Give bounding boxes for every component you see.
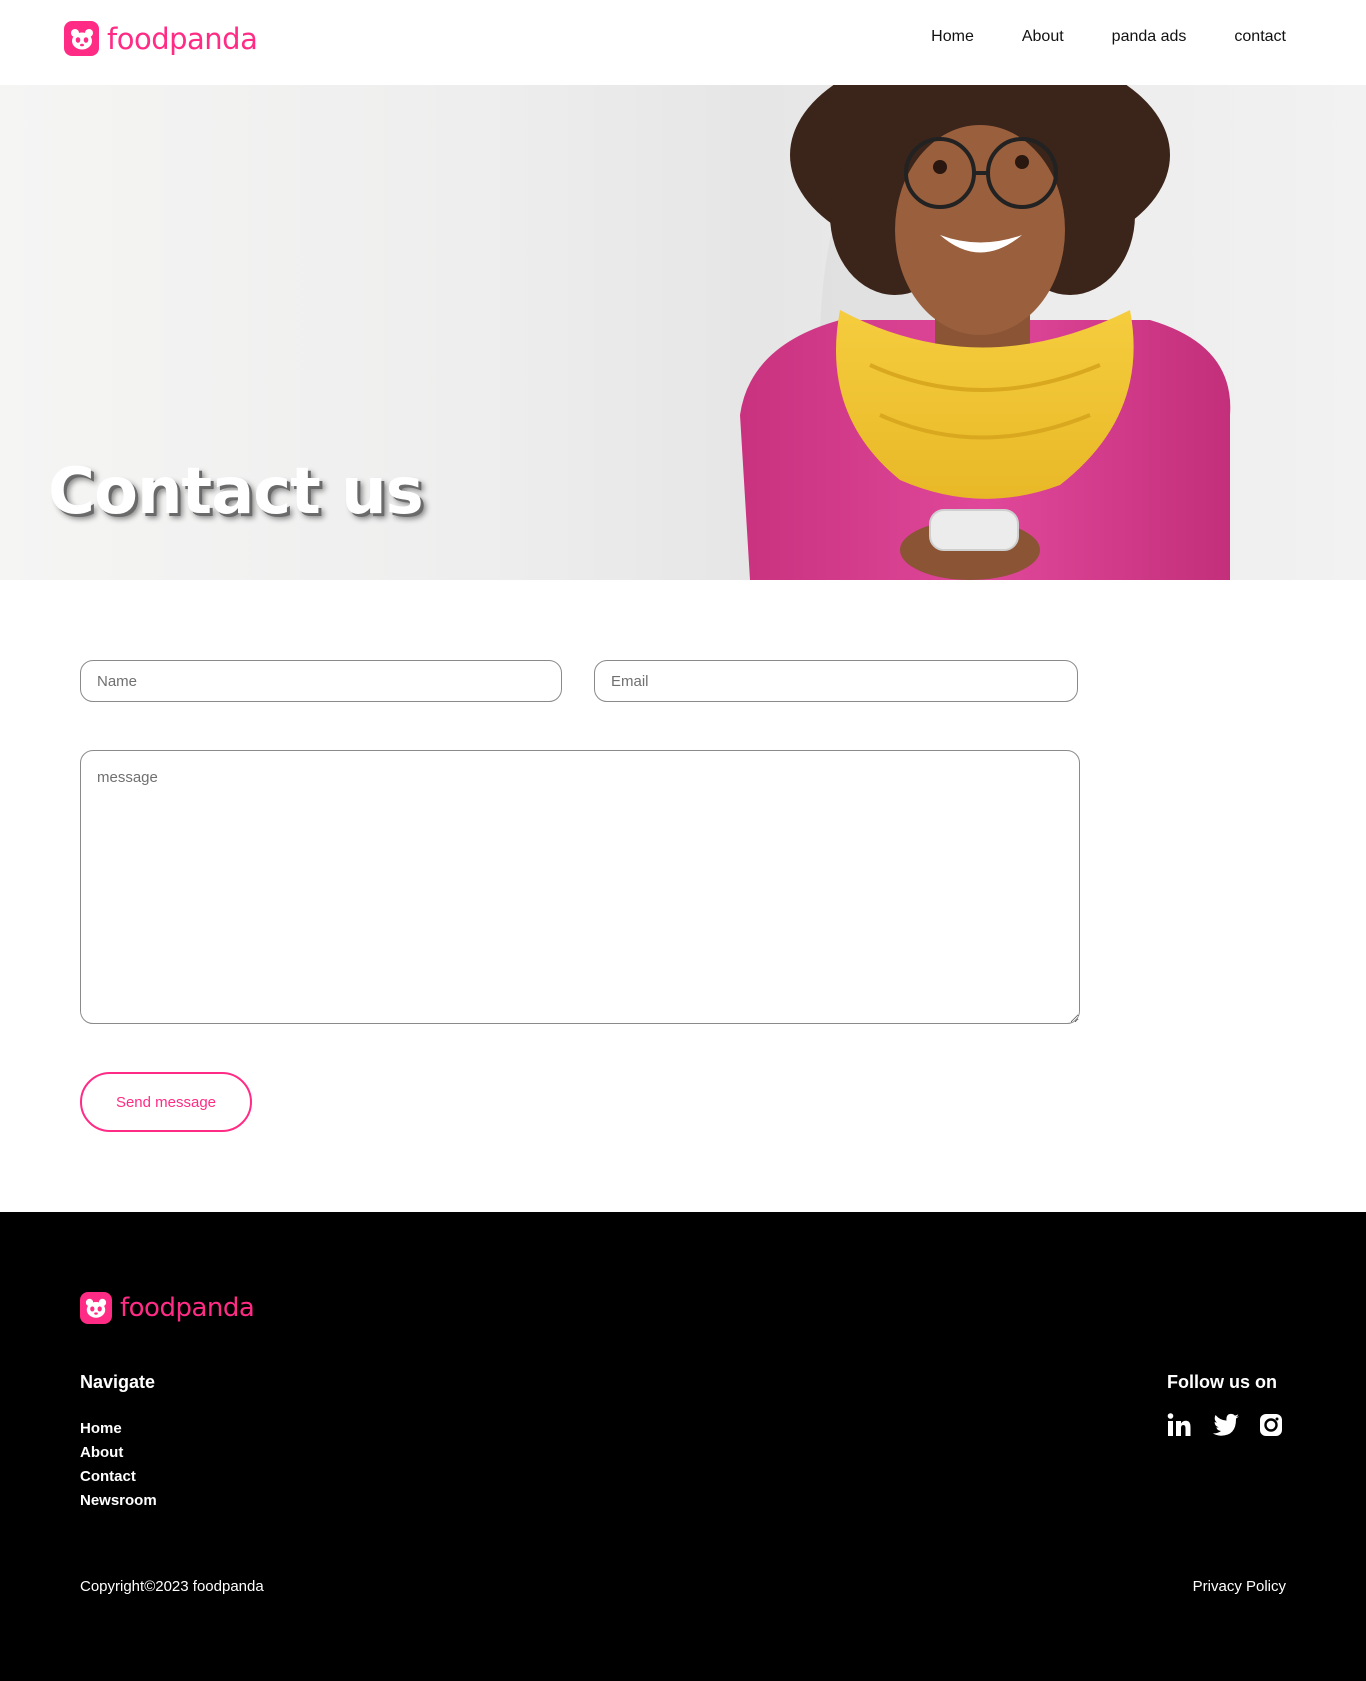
list-item: Home — [80, 1417, 157, 1441]
navigate-heading: Navigate — [80, 1372, 156, 1392]
main-nav: Home About panda ads contact — [931, 24, 1286, 50]
privacy-policy-link[interactable]: Privacy Policy — [1193, 1578, 1286, 1595]
footer-logo[interactable]: foodpanda — [80, 1292, 255, 1324]
nav-item-panda-ads[interactable]: panda ads — [1112, 24, 1187, 50]
nav-item-home[interactable]: Home — [931, 24, 974, 50]
linkedin-icon[interactable] — [1166, 1412, 1192, 1438]
copyright-text: Copyright©2023 foodpanda — [80, 1578, 264, 1595]
page-title: Contact us — [48, 455, 424, 529]
hero-banner: Contact us — [0, 85, 1366, 580]
footer-brand-name: foodpanda — [120, 1293, 255, 1323]
panda-face-icon — [80, 1292, 112, 1324]
woman-with-phone-photo — [740, 85, 1231, 580]
footer-link-about[interactable]: About — [80, 1444, 123, 1461]
nav-item-about[interactable]: About — [1022, 24, 1064, 50]
panda-face-icon — [64, 21, 99, 56]
social-links — [1166, 1412, 1284, 1438]
footer-link-contact[interactable]: Contact — [80, 1468, 136, 1485]
send-message-button[interactable]: Send message — [80, 1072, 252, 1132]
follow-heading: Follow us on — [1167, 1372, 1277, 1392]
footer-link-home[interactable]: Home — [80, 1420, 122, 1437]
footer-nav-list: Home About Contact Newsroom — [80, 1417, 157, 1513]
instagram-icon[interactable] — [1258, 1412, 1284, 1438]
name-input[interactable] — [80, 660, 562, 702]
site-header: foodpanda Home About panda ads contact — [0, 0, 1366, 85]
footer-link-newsroom[interactable]: Newsroom — [80, 1492, 157, 1509]
list-item: Newsroom — [80, 1489, 157, 1513]
brand-name: foodpanda — [107, 21, 258, 56]
header-logo[interactable]: foodpanda — [64, 21, 258, 56]
site-footer: foodpanda Navigate Home About Contact Ne… — [0, 1212, 1366, 1681]
list-item: Contact — [80, 1465, 157, 1489]
nav-item-contact[interactable]: contact — [1234, 24, 1286, 50]
message-textarea[interactable] — [80, 750, 1080, 1024]
twitter-icon[interactable] — [1212, 1412, 1239, 1438]
email-input[interactable] — [594, 660, 1078, 702]
list-item: About — [80, 1441, 157, 1465]
